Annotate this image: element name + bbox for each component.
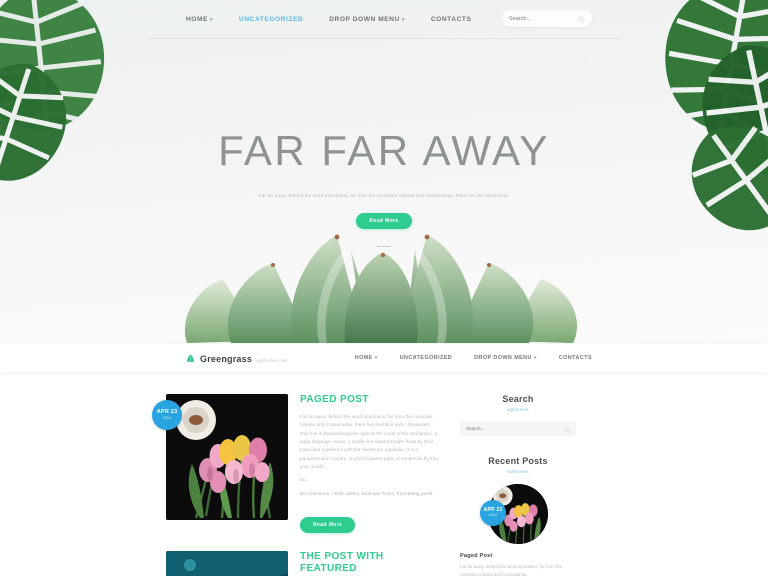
post-date-badge[interactable]: APR 23 2014 bbox=[152, 400, 182, 430]
post-title[interactable]: THE POST WITH FEATURED bbox=[300, 551, 438, 575]
nav-label: HOME bbox=[354, 355, 373, 361]
sticky-nav-item-contacts[interactable]: CONTACTS bbox=[559, 355, 592, 361]
widget-title: Recent Posts bbox=[488, 456, 548, 466]
nav-label: CONTACTS bbox=[558, 355, 592, 361]
hero-section: HOME ▾ UNCATEGORIZED DROP DOWN MENU ▾ CONT… bbox=[0, 0, 768, 344]
widget-title: Search bbox=[502, 394, 534, 404]
sticky-nav-menu: HOME ▾ UNCATEGORIZED DROP DOWN MENU ▾ CONT… bbox=[355, 355, 592, 361]
post-featured-image[interactable] bbox=[166, 394, 288, 520]
recent-post-date-badge[interactable]: APR 23 2014 bbox=[480, 500, 506, 526]
widget-subtitle: wpthemes bbox=[507, 407, 529, 412]
post-read-more-button[interactable]: Read More bbox=[300, 517, 356, 534]
grass-logo-icon bbox=[186, 350, 195, 368]
site-brand[interactable]: Greengrass wpthemes.com bbox=[186, 349, 288, 367]
hero-title: FAR FAR AWAY bbox=[218, 127, 550, 174]
recent-post-excerpt: Far far away, behind the word mountains,… bbox=[460, 564, 562, 576]
widget-subtitle: wpthemes bbox=[507, 469, 529, 474]
sticky-header: Greengrass wpthemes.com HOME ▾ UNCATEGORI… bbox=[0, 344, 768, 372]
nav-label: CONTACTS bbox=[430, 15, 472, 23]
scroll-indicator[interactable]: ▬▬▬ bbox=[0, 243, 768, 248]
nav-label: UNCATEGORIZED bbox=[239, 15, 304, 23]
badge-date: APR 23 bbox=[156, 408, 178, 415]
main-column: APR 23 2014 PAGED POST Far far away, beh… bbox=[152, 394, 438, 576]
top-nav-menu: HOME ▾ UNCATEGORIZED DROP DOWN MENU ▾ CONT… bbox=[186, 16, 471, 23]
nav-label: DROP DOWN MENU bbox=[474, 355, 532, 361]
recent-post-title[interactable]: Paged Post bbox=[460, 553, 576, 559]
recent-post-thumbnail-wrapper: APR 23 2014 bbox=[480, 484, 548, 544]
sidebar: Search wpthemes Recent Posts wpthemes bbox=[460, 394, 576, 576]
chevron-down-icon: ▾ bbox=[533, 355, 537, 361]
sticky-nav-item-home[interactable]: HOME ▾ bbox=[355, 355, 378, 361]
brand-tagline: wpthemes.com bbox=[257, 358, 288, 363]
badge-year: 2014 bbox=[163, 415, 171, 420]
hero-subtitle: Far far away, behind the word mountains,… bbox=[258, 193, 510, 198]
search-icon[interactable] bbox=[564, 420, 570, 438]
brand-name: Greengrass bbox=[200, 354, 253, 364]
chevron-down-icon: ▾ bbox=[401, 16, 405, 23]
chevron-down-icon: ▾ bbox=[209, 16, 214, 23]
post-content: THE POST WITH FEATURED bbox=[300, 551, 438, 576]
content-wrapper: APR 23 2014 PAGED POST Far far away, beh… bbox=[0, 372, 768, 576]
post-featured-image[interactable] bbox=[166, 551, 288, 576]
nav-label: DROP DOWN MENU bbox=[329, 15, 400, 23]
post-excerpt-more: Do... bbox=[300, 477, 310, 483]
nav-item-contacts[interactable]: CONTACTS bbox=[431, 16, 472, 23]
nav-divider bbox=[148, 38, 620, 39]
search-widget: Search wpthemes bbox=[460, 394, 576, 436]
post-excerpt: Far far away, behind the word mountains,… bbox=[300, 414, 438, 469]
chevron-down-icon: ▾ bbox=[374, 355, 378, 361]
nav-label: HOME bbox=[186, 15, 208, 23]
sidebar-search-input[interactable] bbox=[466, 426, 564, 431]
recent-posts-widget: Recent Posts wpthemes APR 23 2014 Paged … bbox=[460, 456, 576, 576]
badge-date: APR 23 bbox=[483, 506, 503, 513]
post-content: PAGED POST Far far away, behind the word… bbox=[300, 394, 438, 534]
hero-content: FAR FAR AWAY Far far away, behind the wo… bbox=[0, 38, 768, 248]
hero-read-more-button[interactable]: Read More bbox=[356, 212, 412, 229]
post-meta[interactable]: No comments, / Edit, admin, Example Post… bbox=[300, 491, 438, 496]
sticky-nav-item-dropdown-menu[interactable]: DROP DOWN MENU ▾ bbox=[474, 355, 537, 361]
post-item: THE POST WITH FEATURED bbox=[166, 551, 438, 576]
top-navigation-bar: HOME ▾ UNCATEGORIZED DROP DOWN MENU ▾ CONT… bbox=[0, 0, 768, 38]
nav-item-dropdown-menu[interactable]: DROP DOWN MENU ▾ bbox=[329, 16, 405, 23]
sticky-nav-item-uncategorized[interactable]: UNCATEGORIZED bbox=[400, 355, 452, 361]
post-thumbnail-wrapper bbox=[166, 551, 288, 576]
post-thumbnail-wrapper: APR 23 2014 bbox=[152, 394, 288, 533]
badge-year: 2014 bbox=[489, 513, 497, 518]
nav-item-home[interactable]: HOME ▾ bbox=[186, 16, 213, 23]
post-item: APR 23 2014 PAGED POST Far far away, beh… bbox=[152, 394, 438, 534]
sidebar-search-box[interactable] bbox=[460, 421, 576, 436]
post-title[interactable]: PAGED POST bbox=[300, 394, 438, 406]
nav-label: UNCATEGORIZED bbox=[399, 355, 453, 361]
nav-item-uncategorized[interactable]: UNCATEGORIZED bbox=[239, 16, 303, 23]
